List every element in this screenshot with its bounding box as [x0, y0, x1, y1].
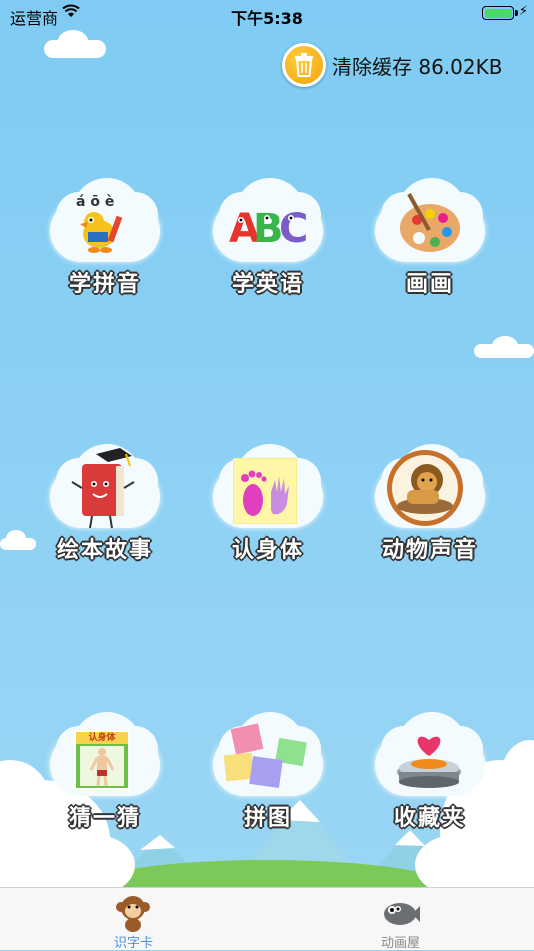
tab-label: 识字卡 [113, 936, 153, 951]
footprint-hand-icon [233, 458, 297, 524]
menu-item-label: 动物声音 [381, 538, 478, 563]
storybook-icon [71, 448, 135, 529]
cloud-decoration [58, 30, 88, 52]
paint-palette-icon [400, 193, 460, 252]
fish-icon [384, 903, 420, 925]
menu-item-label: 画画 [405, 272, 454, 297]
menu-item-label: 猜一猜 [68, 806, 141, 831]
cloud-decoration [492, 336, 518, 356]
menu-item-picture-books[interactable]: 绘本故事 [30, 444, 180, 584]
menu-item-pinyin[interactable]: á ō è 学拼音 [30, 178, 180, 318]
menu-item-guess[interactable]: 认身体 猜一猜 [30, 712, 180, 852]
cache-label: 清除缓存 86.02KB [332, 54, 503, 79]
menu-item-label: 学英语 [231, 272, 304, 297]
battery-icon [482, 6, 514, 20]
menu-item-label: 认身体 [231, 538, 304, 563]
lion-icon [387, 450, 463, 526]
menu-item-label: 学拼音 [68, 272, 141, 297]
menu-item-label: 拼图 [243, 806, 292, 831]
tab-literacy-cards[interactable]: 识字卡 [0, 888, 267, 951]
menu-item-puzzle[interactable]: 拼图 [193, 712, 343, 852]
trash-icon [282, 43, 326, 87]
menu-item-favorites[interactable]: 收藏夹 [355, 712, 505, 852]
puzzle-icon [223, 723, 307, 788]
menu-item-label: 收藏夹 [393, 806, 466, 831]
clear-cache-button[interactable]: 清除缓存 86.02KB [282, 42, 502, 88]
tab-label: 动画屋 [380, 936, 420, 951]
tab-bar: 识字卡 动画屋 [0, 887, 534, 951]
menu-item-drawing[interactable]: 画画 [355, 178, 505, 318]
body-figure-icon [80, 746, 124, 787]
menu-item-label: 绘本故事 [56, 538, 153, 563]
charging-icon: ⚡ [518, 4, 528, 19]
abc-letters-icon: A B C [229, 206, 308, 252]
battery-tip [515, 10, 518, 16]
body-chart-icon: 认身体 [74, 730, 130, 790]
svg-text:C: C [279, 206, 308, 252]
status-bar: 运营商 下午5:38 ⚡ [0, 0, 534, 30]
pinyin-bird-icon: á ō è [76, 194, 123, 253]
menu-item-english[interactable]: A B C 学英语 [193, 178, 343, 318]
monkey-icon [116, 896, 150, 932]
card-title: 认身体 [76, 732, 128, 744]
heart-box-icon [397, 736, 461, 788]
cloud-decoration [6, 530, 26, 546]
tab-animation-house[interactable]: 动画屋 [267, 888, 534, 951]
menu-item-body[interactable]: 认身体 [193, 444, 343, 584]
svg-text:á ō è: á ō è [76, 194, 114, 210]
status-time: 下午5:38 [231, 9, 303, 28]
menu-item-animal-sounds[interactable]: 动物声音 [355, 444, 505, 584]
